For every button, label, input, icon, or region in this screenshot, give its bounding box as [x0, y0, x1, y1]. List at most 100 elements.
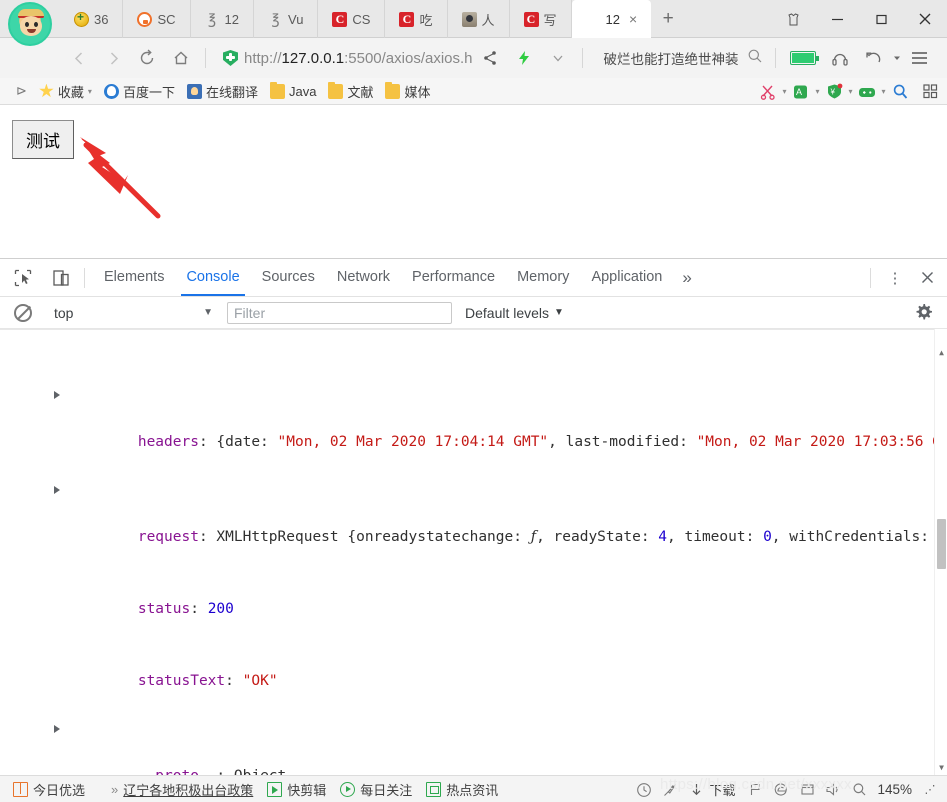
- tab-xie[interactable]: C 写: [510, 0, 572, 38]
- more-tabs-icon[interactable]: »: [673, 268, 700, 288]
- tab-sc[interactable]: SC: [123, 0, 191, 38]
- scroll-up-arrow-icon[interactable]: ▲: [935, 345, 947, 359]
- caret-icon[interactable]: [891, 41, 903, 75]
- clock-icon[interactable]: [631, 776, 657, 802]
- tab-strip: 36 SC ℥ 12 ℥ Vu C CS C 吃: [0, 0, 947, 132]
- address-bar[interactable]: http://127.0.0.1:5500/axios/axios.h: [223, 50, 473, 67]
- headphones-icon[interactable]: [823, 41, 857, 75]
- new-tab-button[interactable]: +: [651, 0, 685, 38]
- device-toolbar-icon[interactable]: [46, 263, 76, 293]
- tab-12-active[interactable]: 12 ×: [571, 0, 652, 132]
- double-chevron-icon[interactable]: »: [111, 782, 118, 797]
- avatar[interactable]: [8, 2, 52, 46]
- chevron-down-icon[interactable]: ▾: [878, 87, 889, 96]
- log-levels-select[interactable]: Default levels ▼: [465, 305, 564, 321]
- maximize-button[interactable]: [859, 0, 903, 38]
- tab-network[interactable]: Network: [326, 259, 401, 296]
- tab-12-first[interactable]: ℥ 12: [191, 0, 254, 38]
- tab-console[interactable]: Console: [175, 259, 250, 296]
- shield-yuan-icon[interactable]: ¥: [823, 81, 845, 103]
- chevron-down-icon: ▼: [203, 307, 213, 318]
- tab-36[interactable]: 36: [60, 0, 124, 38]
- gift-icon: [13, 781, 28, 797]
- expand-triangle-icon[interactable]: [54, 391, 60, 399]
- edge-e-icon[interactable]: [768, 776, 794, 802]
- chevron-down-icon[interactable]: ▾: [779, 87, 790, 96]
- minimize-button[interactable]: [815, 0, 859, 38]
- inspect-element-icon[interactable]: [8, 263, 38, 293]
- close-icon[interactable]: ×: [629, 11, 637, 27]
- request-key: request: [137, 529, 199, 545]
- undo-icon[interactable]: [857, 41, 891, 75]
- statusbar-item-news-ticker[interactable]: » 辽宁各地积极出台政策: [104, 780, 260, 799]
- volume-icon[interactable]: [820, 776, 846, 802]
- home-icon[interactable]: [164, 41, 198, 75]
- window-icon[interactable]: [794, 776, 820, 802]
- statusbar-item-quick-edit[interactable]: 快剪辑: [260, 780, 333, 799]
- back-icon[interactable]: [62, 41, 96, 75]
- tab-chi[interactable]: C 吃: [385, 0, 448, 38]
- share-icon[interactable]: [473, 41, 507, 75]
- chevron-down-icon[interactable]: ▾: [812, 87, 823, 96]
- tab-sources[interactable]: Sources: [251, 259, 326, 296]
- close-devtools-icon[interactable]: [911, 259, 943, 296]
- search-icon[interactable]: [747, 48, 763, 69]
- tab-application[interactable]: Application: [580, 259, 673, 296]
- chevron-down-icon[interactable]: ▾: [845, 87, 856, 96]
- chevron-down-icon[interactable]: ▾: [88, 87, 92, 96]
- scissors-icon[interactable]: [757, 81, 779, 103]
- flag-icon[interactable]: [742, 776, 768, 802]
- tab-elements[interactable]: Elements: [93, 259, 175, 296]
- tab-ren[interactable]: 人: [448, 0, 510, 38]
- gear-icon[interactable]: [914, 303, 933, 322]
- scrollbar-thumb[interactable]: [937, 519, 946, 569]
- zoom-search-icon[interactable]: [846, 776, 872, 802]
- statusbar-item-daily-follow[interactable]: 每日关注: [333, 780, 419, 799]
- tab-memory[interactable]: Memory: [506, 259, 580, 296]
- status-sep: :: [190, 601, 208, 617]
- shirt-icon[interactable]: [771, 0, 815, 38]
- expand-triangle-icon[interactable]: [54, 486, 60, 494]
- search-box[interactable]: 破烂也能打造绝世神装: [604, 48, 763, 69]
- bookmark-item-docs[interactable]: 文献: [322, 81, 379, 101]
- bookmark-item-baidu[interactable]: 百度一下: [98, 82, 181, 101]
- tab-vu[interactable]: ℥ Vu: [254, 0, 319, 38]
- page-viewport: 测试: [0, 105, 947, 258]
- battery-icon[interactable]: [783, 41, 823, 75]
- tab-cs[interactable]: C CS: [318, 0, 386, 38]
- execution-context-select[interactable]: top ▼: [54, 305, 219, 321]
- console-scrollbar[interactable]: ▲ ▼: [934, 329, 947, 776]
- bookmark-item-favorites[interactable]: 收藏 ▾: [33, 82, 98, 101]
- test-button[interactable]: 测试: [12, 120, 74, 159]
- grid-apps-icon[interactable]: [919, 81, 941, 103]
- bookmark-item-java[interactable]: Java: [264, 81, 322, 99]
- zoom-level-label[interactable]: 145%: [872, 782, 917, 797]
- bookmark-item-media[interactable]: 媒体: [379, 81, 436, 101]
- scroll-down-arrow-icon[interactable]: ▼: [935, 760, 947, 774]
- gamepad-icon[interactable]: [856, 81, 878, 103]
- devtools-panel: Elements Console Sources Network Perform…: [0, 258, 947, 776]
- statusbar-item-download[interactable]: 下载: [709, 780, 742, 799]
- tab-performance[interactable]: Performance: [401, 259, 506, 296]
- reload-icon[interactable]: [130, 41, 164, 75]
- magnifier-icon[interactable]: [889, 81, 911, 103]
- lightning-icon[interactable]: [507, 41, 541, 75]
- console-row-request: request: XMLHttpRequest {onreadystatecha…: [0, 479, 947, 574]
- statusbar-item-hot-news[interactable]: 热点资讯: [419, 780, 505, 799]
- menu-icon[interactable]: [903, 41, 937, 75]
- chevron-down-icon[interactable]: [541, 41, 575, 75]
- statusbar-item-today-picks[interactable]: 今日优选: [6, 780, 92, 799]
- filter-input[interactable]: [227, 301, 452, 324]
- forward-icon[interactable]: [96, 41, 130, 75]
- bookmarks-overflow-icon[interactable]: ⊳: [10, 83, 33, 99]
- close-window-button[interactable]: [903, 0, 947, 38]
- bookmark-item-translate[interactable]: 在线翻译: [181, 82, 264, 101]
- download-icon[interactable]: [683, 776, 709, 802]
- no-entry-icon[interactable]: [14, 303, 32, 322]
- kebab-menu-icon[interactable]: ⋮: [879, 259, 911, 296]
- console-log-area[interactable]: data: [{ 'name1' : '小白' }, { 'name2' : '…: [0, 329, 947, 776]
- mute-mic-icon[interactable]: [657, 776, 683, 802]
- translate-tool-icon[interactable]: A: [790, 81, 812, 103]
- resize-handle[interactable]: ⋰: [917, 776, 943, 802]
- expand-triangle-icon[interactable]: [54, 725, 60, 733]
